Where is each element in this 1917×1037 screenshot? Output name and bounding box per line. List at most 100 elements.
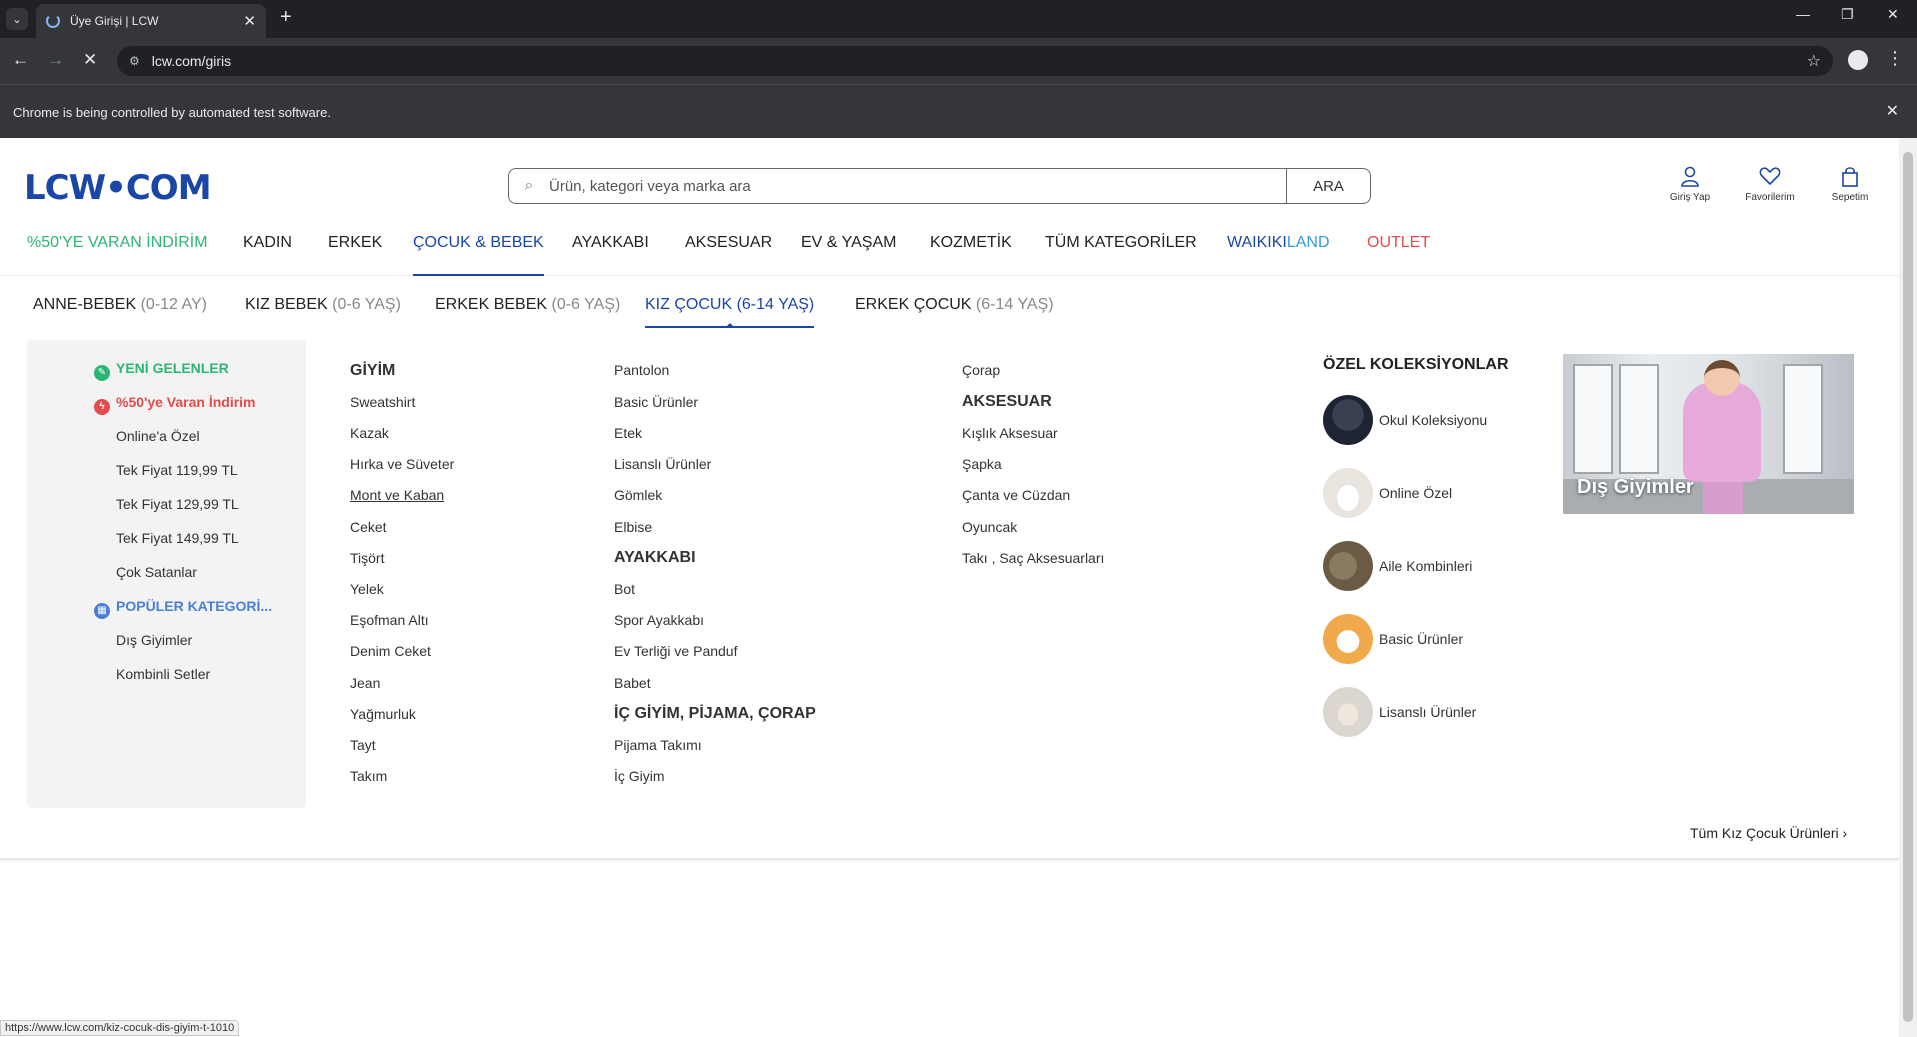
collection-label: Online Özel: [1379, 485, 1453, 501]
address-bar[interactable]: ⚙ lcw.com/giris ☆: [117, 46, 1833, 76]
browser-menu-icon[interactable]: ⋮: [1886, 48, 1904, 69]
category-link[interactable]: Tişört: [350, 550, 384, 566]
category-link[interactable]: Yelek: [350, 581, 384, 597]
left-panel-item[interactable]: Online'a Özel: [116, 428, 200, 444]
grid-icon: ▦: [94, 603, 110, 619]
all-girls-products-link[interactable]: Tüm Kız Çocuk Ürünleri ›: [1690, 825, 1847, 841]
category-link[interactable]: Ceket: [350, 519, 387, 535]
site-logo[interactable]: LCW•COM: [24, 168, 212, 208]
nav-men[interactable]: ERKEK: [328, 234, 382, 276]
category-link[interactable]: Oyuncak: [962, 519, 1017, 535]
category-link[interactable]: Kazak: [350, 425, 389, 441]
category-link[interactable]: Basic Ürünler: [614, 394, 698, 410]
favorites-button[interactable]: Favorilerim: [1735, 166, 1805, 203]
collection-item[interactable]: Basic Ürünler: [1323, 613, 1463, 665]
subnav-boy-kids[interactable]: ERKEK ÇOCUK (6-14 YAŞ): [855, 296, 1054, 328]
column-heading-underwear[interactable]: İÇ GİYİM, PİJAMA, ÇORAP: [614, 705, 816, 723]
column-heading-clothing[interactable]: GİYİM: [350, 362, 395, 380]
minimize-icon[interactable]: —: [1796, 6, 1810, 22]
collection-item[interactable]: Aile Kombinleri: [1323, 540, 1472, 592]
search-button[interactable]: ARA: [1286, 169, 1370, 203]
nav-cosmetics[interactable]: KOZMETİK: [930, 234, 1012, 276]
category-link[interactable]: Eşofman Altı: [350, 612, 429, 628]
left-panel-discount[interactable]: ϟ %50'ye Varan İndirim: [94, 394, 256, 415]
category-link[interactable]: Ev Terliği ve Panduf: [614, 643, 737, 659]
page-scrollbar[interactable]: [1899, 138, 1917, 1037]
category-link[interactable]: Çanta ve Cüzdan: [962, 487, 1070, 503]
tab-list-button[interactable]: ⌄: [6, 8, 28, 30]
left-panel-item[interactable]: Kombinli Setler: [116, 666, 210, 682]
category-link[interactable]: Çorap: [962, 362, 1000, 378]
column-heading-accessories[interactable]: AKSESUAR: [962, 393, 1052, 411]
category-link[interactable]: Jean: [350, 675, 380, 691]
subnav-girl-baby[interactable]: KIZ BEBEK (0-6 YAŞ): [245, 296, 401, 328]
new-tab-icon[interactable]: +: [280, 6, 292, 29]
category-link[interactable]: Elbise: [614, 519, 652, 535]
category-link[interactable]: Spor Ayakkabı: [614, 612, 704, 628]
page-content: LCW•COM ⌕ ARA Giriş Yap Favorilerim Sepe…: [0, 138, 1899, 1037]
infobar-close-icon[interactable]: ✕: [1886, 101, 1899, 121]
promo-model-legs: [1703, 479, 1743, 514]
category-link[interactable]: Hırka ve Süveter: [350, 456, 454, 472]
site-info-icon[interactable]: ⚙: [129, 54, 140, 68]
browser-tab[interactable]: Üye Girişi | LCW ✕: [36, 4, 266, 38]
mega-menu-bottom-edge: [0, 858, 1899, 862]
category-link[interactable]: Yağmurluk: [350, 706, 416, 722]
category-link[interactable]: Pantolon: [614, 362, 669, 378]
nav-discount[interactable]: %50'YE VARAN İNDİRİM: [27, 234, 208, 276]
subnav-boy-baby[interactable]: ERKEK BEBEK (0-6 YAŞ): [435, 296, 620, 328]
category-link[interactable]: Sweatshirt: [350, 394, 415, 410]
collection-label: Basic Ürünler: [1379, 631, 1464, 647]
category-link[interactable]: Kışlık Aksesuar: [962, 425, 1058, 441]
scrollbar-thumb[interactable]: [1903, 152, 1913, 1022]
category-link[interactable]: Etek: [614, 425, 642, 441]
category-link[interactable]: Takı , Saç Aksesuarları: [962, 550, 1104, 566]
category-link-hovered[interactable]: Mont ve Kaban: [350, 487, 444, 503]
nav-all-categories[interactable]: TÜM KATEGORİLER: [1045, 234, 1197, 276]
back-icon[interactable]: ←: [12, 50, 29, 70]
column-heading-shoes[interactable]: AYAKKABI: [614, 549, 696, 567]
left-panel-item[interactable]: Tek Fiyat 129,99 TL: [116, 496, 239, 512]
heart-icon: [1735, 166, 1805, 190]
nav-shoes[interactable]: AYAKKABI: [572, 234, 649, 276]
nav-home-living[interactable]: EV & YAŞAM: [801, 234, 896, 276]
subnav-mom-baby[interactable]: ANNE-BEBEK (0-12 AY): [33, 296, 207, 328]
category-link[interactable]: Tayt: [350, 737, 376, 753]
window-close-icon[interactable]: ✕: [1887, 6, 1899, 23]
left-panel-item[interactable]: Çok Satanlar: [116, 564, 197, 580]
promo-banner-outerwear[interactable]: Dış Giyimler: [1563, 354, 1854, 514]
category-link[interactable]: Denim Ceket: [350, 643, 431, 659]
left-panel-new-arrivals[interactable]: ✎ YENİ GELENLER: [94, 360, 229, 381]
stop-loading-icon[interactable]: ✕: [83, 50, 97, 70]
left-panel-item[interactable]: Dış Giyimler: [116, 632, 192, 648]
category-link[interactable]: Şapka: [962, 456, 1002, 472]
category-link[interactable]: Babet: [614, 675, 651, 691]
url-text: lcw.com/giris: [151, 53, 232, 69]
nav-accessories[interactable]: AKSESUAR: [685, 234, 772, 276]
category-link[interactable]: Bot: [614, 581, 635, 597]
profile-icon[interactable]: [1848, 50, 1868, 70]
nav-women[interactable]: KADIN: [243, 234, 292, 276]
collection-item[interactable]: Okul Koleksiyonu: [1323, 394, 1487, 446]
restore-icon[interactable]: ❐: [1841, 6, 1854, 23]
nav-waikikiland[interactable]: WAIKIKILAND: [1227, 234, 1330, 276]
category-link[interactable]: İç Giyim: [614, 768, 665, 784]
login-button[interactable]: Giriş Yap: [1655, 166, 1725, 203]
subnav-girl-kids[interactable]: KIZ ÇOCUK (6-14 YAŞ): [645, 296, 815, 328]
collection-item[interactable]: Online Özel: [1323, 467, 1452, 519]
forward-icon[interactable]: →: [47, 50, 64, 70]
bookmark-star-icon[interactable]: ☆: [1807, 51, 1821, 71]
nav-kids-baby[interactable]: ÇOCUK & BEBEK: [413, 234, 544, 276]
category-link[interactable]: Takım: [350, 768, 387, 784]
left-panel-item[interactable]: Tek Fiyat 119,99 TL: [116, 462, 238, 478]
left-panel-item[interactable]: Tek Fiyat 149,99 TL: [116, 530, 239, 546]
collection-item[interactable]: Lisanslı Ürünler: [1323, 686, 1476, 738]
search-input[interactable]: [549, 177, 1286, 195]
left-panel-popular-categories[interactable]: ▦ POPÜLER KATEGORİ...: [94, 598, 272, 619]
tab-close-icon[interactable]: ✕: [243, 12, 256, 30]
category-link[interactable]: Pijama Takımı: [614, 737, 702, 753]
nav-outlet[interactable]: OUTLET: [1367, 234, 1430, 276]
cart-button[interactable]: Sepetim: [1815, 166, 1885, 203]
category-link[interactable]: Gömlek: [614, 487, 662, 503]
category-link[interactable]: Lisanslı Ürünler: [614, 456, 711, 472]
